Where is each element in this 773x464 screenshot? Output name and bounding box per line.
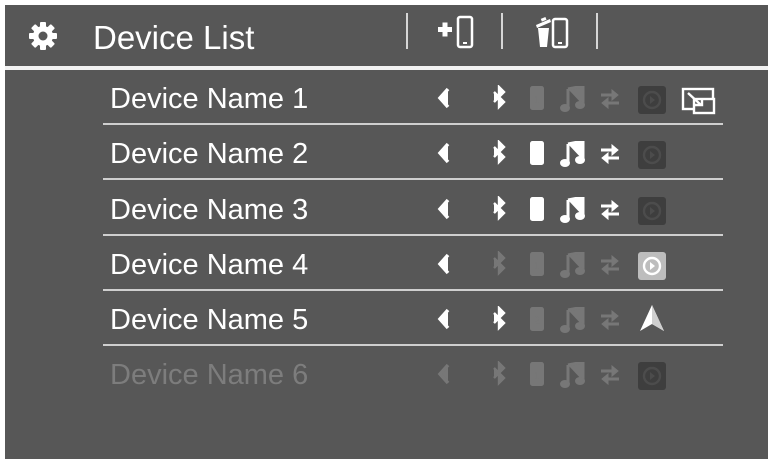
music-note-icon [560,86,585,112]
page-title: Device List [93,19,255,56]
phone-icon: 1 [530,86,544,110]
chevron-left-icon[interactable] [436,362,452,386]
phone-slot-number: 1 [534,260,540,272]
phone-icon: 2 [530,141,544,165]
phone-slot-number: 1 [534,370,540,382]
screen-mirror-icon[interactable] [681,87,717,115]
header-divider [596,13,598,49]
device-name: Device Name 1 [110,83,309,115]
device-name: Device Name 2 [110,138,309,170]
phone-slot-number: 1 [534,205,540,217]
music-note-icon [560,362,585,388]
phone-slot-number: 2 [534,149,540,161]
music-note-icon [560,252,585,278]
app-connect-icon[interactable] [638,86,666,114]
delete-phone-icon [536,16,569,49]
transfer-arrows-icon [601,254,619,276]
bluetooth-icon [493,140,506,165]
music-note-icon [560,141,585,167]
device-row[interactable]: Device Name 5 2 [103,291,723,346]
music-note-icon [560,197,585,223]
app-connect-icon[interactable] [638,362,666,390]
row-divider [103,178,723,180]
device-row[interactable]: Device Name 2 2 [103,125,723,180]
bluetooth-icon [493,251,506,276]
phone-slot-number: 2 [534,315,540,327]
header-bar: Device List [5,5,768,67]
device-name: Device Name 6 [110,359,309,391]
phone-icon: 2 [530,307,544,331]
device-row[interactable]: Device Name 1 1 [103,70,723,125]
delete-device-button[interactable] [527,11,577,53]
bluetooth-icon [493,306,506,331]
device-row[interactable]: Device Name 3 1 [103,181,723,236]
app-connect-icon[interactable] [638,252,666,280]
add-device-button[interactable] [432,11,482,53]
chevron-left-icon[interactable] [436,197,452,221]
chevron-left-icon[interactable] [436,141,452,165]
chevron-left-icon[interactable] [436,252,452,276]
add-phone-icon [438,15,474,49]
phone-icon: 1 [530,252,544,276]
chevron-left-icon[interactable] [436,307,452,331]
device-name: Device Name 3 [110,194,309,226]
phone-slot-number: 1 [534,94,540,106]
bluetooth-icon [493,85,506,110]
music-note-icon [560,307,585,333]
transfer-arrows-icon [601,199,619,221]
bluetooth-icon [493,361,506,386]
device-name: Device Name 5 [110,304,309,336]
gear-icon[interactable] [27,20,59,52]
transfer-arrows-icon [601,143,619,165]
transfer-arrows-icon [601,364,619,386]
app-connect-icon[interactable] [638,197,666,225]
navigation-arrow-icon[interactable] [638,303,666,333]
transfer-arrows-icon [601,88,619,110]
transfer-arrows-icon [601,309,619,331]
phone-icon: 1 [530,362,544,386]
device-list-screen: Device List Device Name 1 1 Device Name 2 2… [5,5,768,459]
header-divider [406,13,408,49]
chevron-left-icon[interactable] [436,86,452,110]
phone-icon: 1 [530,197,544,221]
device-row[interactable]: Device Name 6 1 [103,346,723,401]
header-divider [501,13,503,49]
app-connect-icon[interactable] [638,141,666,169]
device-row[interactable]: Device Name 4 1 [103,236,723,291]
device-name: Device Name 4 [110,249,309,281]
bluetooth-icon [493,196,506,221]
